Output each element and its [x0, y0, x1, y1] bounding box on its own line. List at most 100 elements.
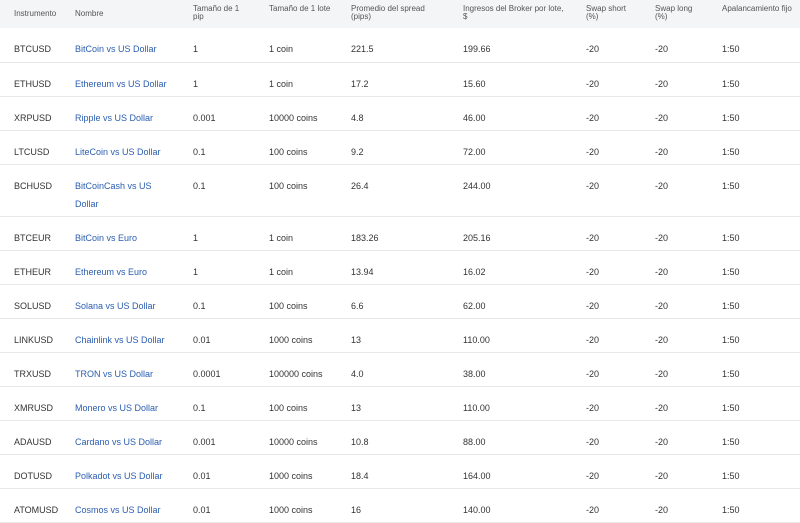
cell-avg-spread: 18.4 [337, 454, 449, 489]
cell-broker-income: 140.00 [449, 488, 572, 523]
cell-avg-spread: 16 [337, 488, 449, 523]
cell-name[interactable]: Polkadot vs US Dollar [61, 454, 179, 489]
cell-name[interactable]: TRON vs US Dollar [61, 352, 179, 387]
cell-leverage: 1:50 [708, 454, 800, 489]
cell-swap-short: -20 [572, 386, 641, 421]
cell-broker-income: 199.66 [449, 28, 572, 63]
cell-avg-spread: 10.8 [337, 420, 449, 455]
cell-swap-short: -20 [572, 352, 641, 387]
cell-instrument: XRPUSD [0, 96, 61, 131]
table-row: ETHEUR Ethereum vs Euro 1 1 coin 13.94 16.02-… [0, 250, 800, 285]
cell-lot-size: 1 coin [255, 28, 337, 63]
header-avg-spread: Promedio del spread (pips) [351, 4, 425, 21]
cell-name[interactable]: BitCoin vs US Dollar [61, 28, 179, 63]
table-body: BTCUSD BitCoin vs US Dollar 1 1 coin 221.5 19… [0, 28, 800, 523]
cell-lot-size: 100 coins [255, 130, 337, 165]
cell-swap-long: -20 [641, 420, 708, 455]
cell-leverage: 1:50 [708, 96, 800, 131]
cell-pip-size: 0.001 [179, 420, 255, 455]
cell-leverage: 1:50 [708, 164, 800, 217]
cell-avg-spread: 26.4 [337, 164, 449, 217]
cell-swap-short: -20 [572, 62, 641, 97]
cell-leverage: 1:50 [708, 488, 800, 523]
cell-swap-long: -20 [641, 250, 708, 285]
cell-swap-short: -20 [572, 284, 641, 319]
cell-broker-income: 46.00 [449, 96, 572, 131]
cell-pip-size: 0.01 [179, 488, 255, 523]
cell-broker-income: 110.00 [449, 386, 572, 421]
cell-leverage: 1:50 [708, 130, 800, 165]
cell-pip-size: 0.1 [179, 386, 255, 421]
cell-swap-long: -20 [641, 28, 708, 63]
cell-instrument: BCHUSD [0, 164, 61, 217]
cell-instrument: ETHEUR [0, 250, 61, 285]
cell-leverage: 1:50 [708, 386, 800, 421]
header-leverage: Apalancamiento fijo [722, 4, 792, 13]
cell-name[interactable]: BitCoin vs Euro [61, 216, 179, 251]
cell-name[interactable]: Ethereum vs US Dollar [61, 62, 179, 97]
header-pip-size: Tamaño de 1 pip [193, 4, 240, 21]
cell-name[interactable]: Cardano vs US Dollar [61, 420, 179, 455]
cell-instrument: LTCUSD [0, 130, 61, 165]
cell-instrument: ATOMUSD [0, 488, 61, 523]
cell-swap-long: -20 [641, 386, 708, 421]
cell-lot-size: 100000 coins [255, 352, 337, 387]
cell-instrument: DOTUSD [0, 454, 61, 489]
cell-avg-spread: 13.94 [337, 250, 449, 285]
cell-avg-spread: 13 [337, 318, 449, 353]
cell-lot-size: 1 coin [255, 250, 337, 285]
table-row: BTCUSD BitCoin vs US Dollar 1 1 coin 221.5 19… [0, 28, 800, 63]
cell-lot-size: 10000 coins [255, 420, 337, 455]
header-swap-long: Swap long (%) [655, 4, 693, 21]
cell-name[interactable]: BitCoinCash vs US Dollar [61, 164, 179, 217]
cell-leverage: 1:50 [708, 62, 800, 97]
cell-lot-size: 10000 coins [255, 96, 337, 131]
cell-broker-income: 164.00 [449, 454, 572, 489]
cell-name[interactable]: Ripple vs US Dollar [61, 96, 179, 131]
cell-leverage: 1:50 [708, 352, 800, 387]
cell-avg-spread: 6.6 [337, 284, 449, 319]
cell-lot-size: 1000 coins [255, 454, 337, 489]
instruments-table: Instrumento Nombre Tamaño de 1 pip Tamañ… [0, 0, 800, 523]
cell-broker-income: 205.16 [449, 216, 572, 251]
table-row: ADAUSD Cardano vs US Dollar 0.001 10000 coi… [0, 420, 800, 455]
table-row: LTCUSD LiteCoin vs US Dollar 0.1 100 coins 9… [0, 130, 800, 165]
cell-name[interactable]: Monero vs US Dollar [61, 386, 179, 421]
table-row: ETHUSD Ethereum vs US Dollar 1 1 coin 17.2 15… [0, 62, 800, 97]
cell-swap-short: -20 [572, 488, 641, 523]
cell-swap-long: -20 [641, 164, 708, 217]
cell-instrument: TRXUSD [0, 352, 61, 387]
cell-instrument: ADAUSD [0, 420, 61, 455]
cell-swap-short: -20 [572, 250, 641, 285]
table-row: TRXUSD TRON vs US Dollar 0.0001 100000 coin… [0, 352, 800, 387]
cell-lot-size: 1 coin [255, 62, 337, 97]
cell-broker-income: 110.00 [449, 318, 572, 353]
cell-avg-spread: 183.26 [337, 216, 449, 251]
cell-instrument: SOLUSD [0, 284, 61, 319]
cell-name[interactable]: Solana vs US Dollar [61, 284, 179, 319]
header-instrumento: Instrumento [14, 9, 57, 18]
cell-leverage: 1:50 [708, 216, 800, 251]
cell-name[interactable]: Ethereum vs Euro [61, 250, 179, 285]
table-row: XRPUSD Ripple vs US Dollar 0.001 10000 coin… [0, 96, 800, 131]
cell-name[interactable]: Chainlink vs US Dollar [61, 318, 179, 353]
cell-name[interactable]: Cosmos vs US Dollar [61, 488, 179, 523]
table-row: DOTUSD Polkadot vs US Dollar 0.01 1000 coin… [0, 454, 800, 489]
cell-instrument: XMRUSD [0, 386, 61, 421]
cell-pip-size: 1 [179, 62, 255, 97]
cell-lot-size: 100 coins [255, 386, 337, 421]
cell-broker-income: 62.00 [449, 284, 572, 319]
cell-lot-size: 100 coins [255, 164, 337, 217]
cell-name[interactable]: LiteCoin vs US Dollar [61, 130, 179, 165]
cell-broker-income: 72.00 [449, 130, 572, 165]
cell-broker-income: 38.00 [449, 352, 572, 387]
cell-lot-size: 1000 coins [255, 318, 337, 353]
cell-avg-spread: 221.5 [337, 28, 449, 63]
cell-broker-income: 88.00 [449, 420, 572, 455]
cell-broker-income: 15.60 [449, 62, 572, 97]
cell-leverage: 1:50 [708, 420, 800, 455]
cell-swap-short: -20 [572, 454, 641, 489]
cell-swap-short: -20 [572, 164, 641, 217]
cell-lot-size: 1 coin [255, 216, 337, 251]
cell-lot-size: 1000 coins [255, 488, 337, 523]
